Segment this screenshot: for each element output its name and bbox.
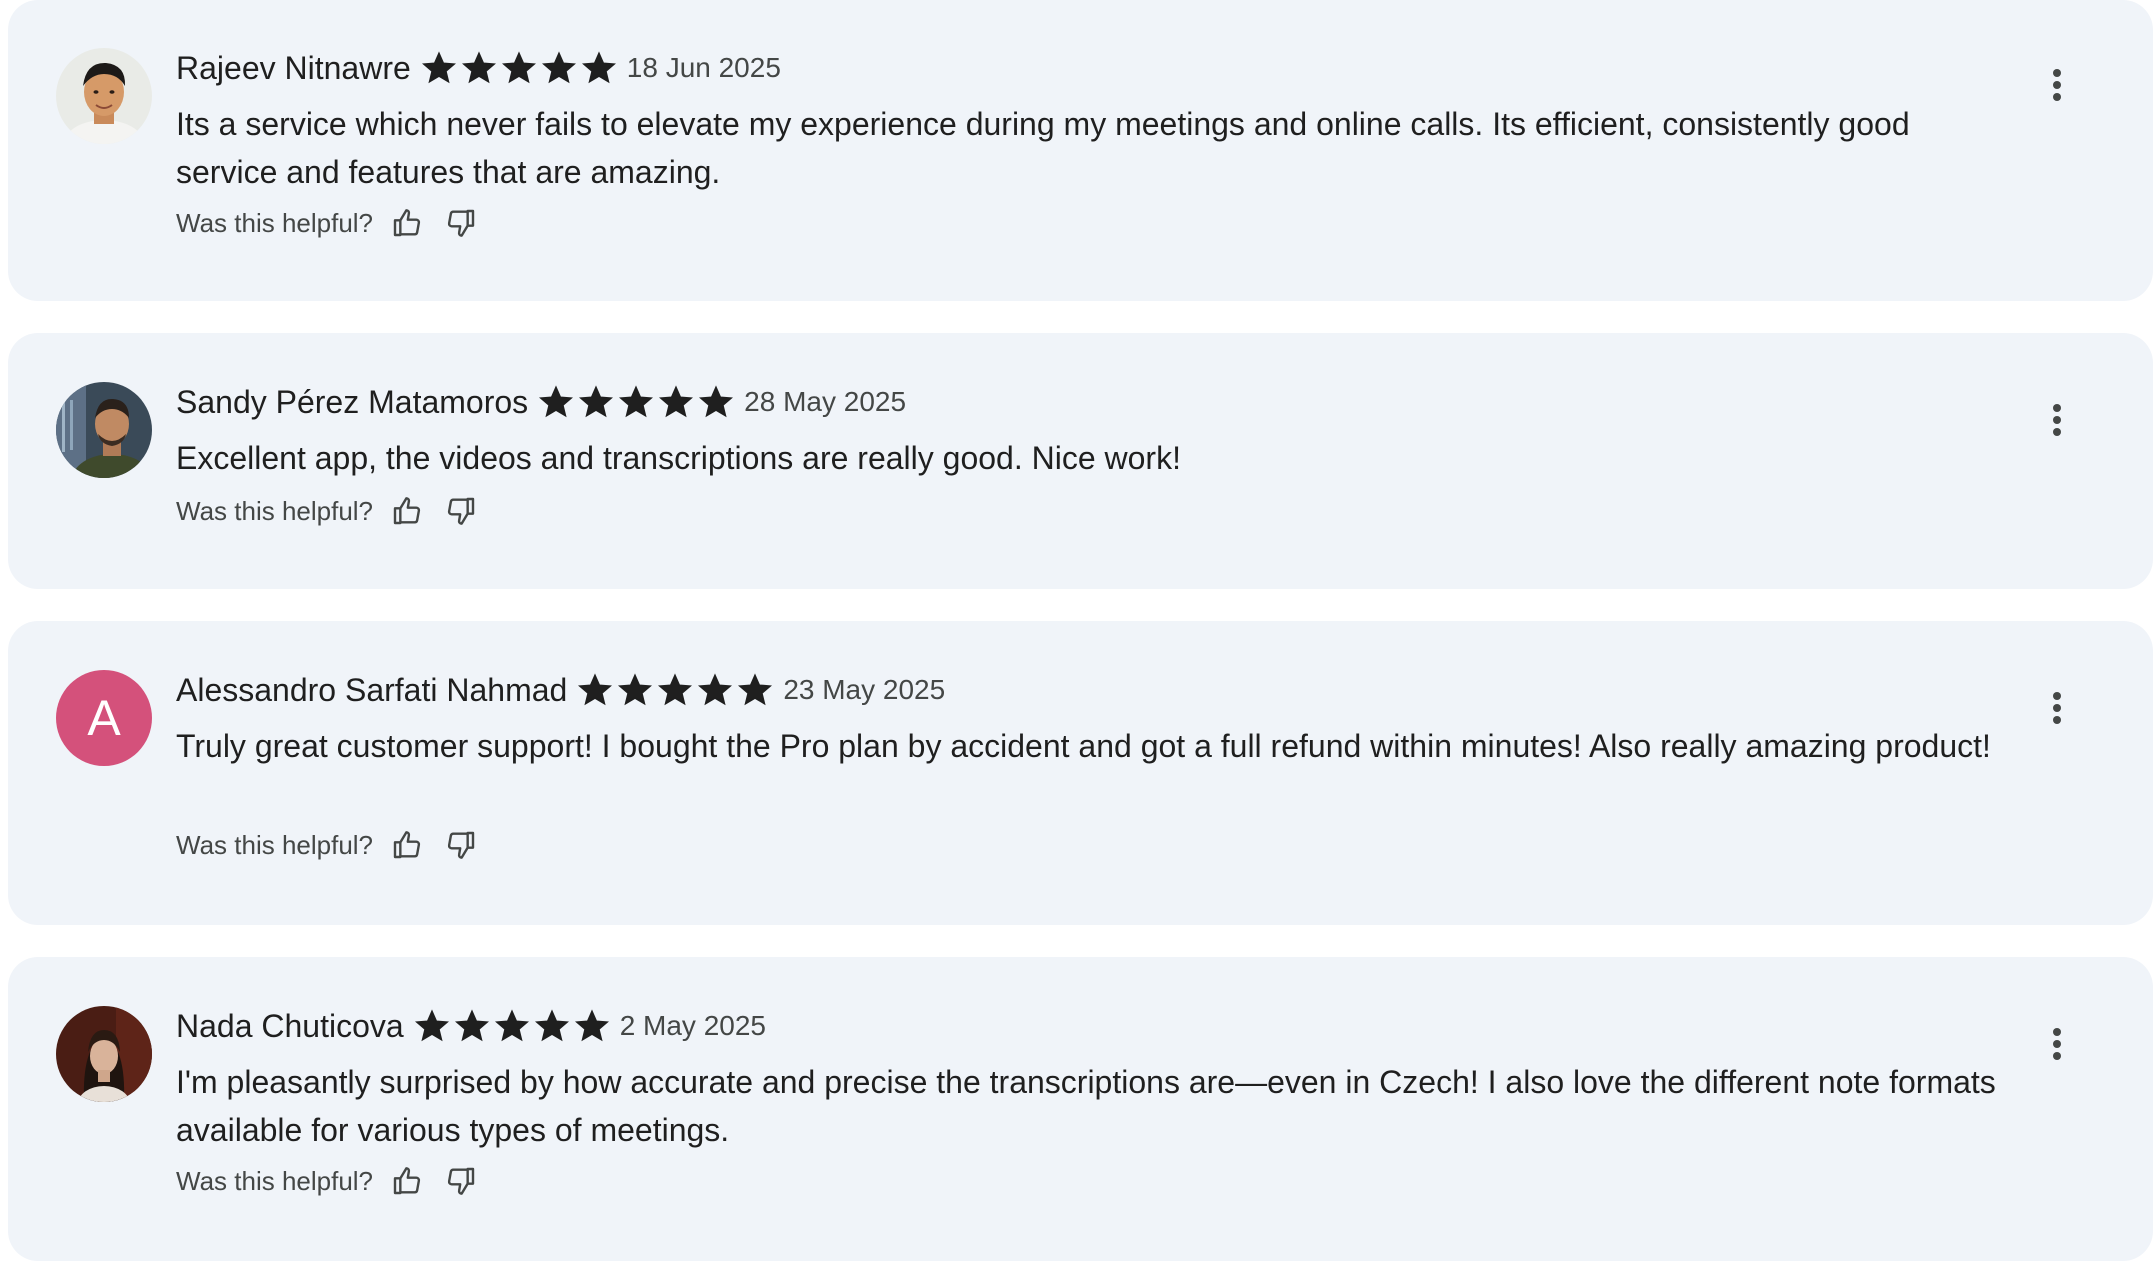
- reviewer-name: Sandy Pérez Matamoros: [176, 383, 529, 420]
- more-vert-icon: [2053, 69, 2061, 101]
- avatar: [56, 1006, 152, 1102]
- review-header: Alessandro Sarfati Nahmad 23 May 2025: [176, 668, 945, 712]
- more-vert-icon: [2053, 404, 2061, 436]
- star-icon: [581, 51, 616, 84]
- thumb-down-icon: [447, 497, 475, 525]
- star-icon: [619, 385, 654, 418]
- star-icon: [699, 385, 734, 418]
- thumb-up-button[interactable]: [387, 203, 427, 243]
- thumb-down-icon: [447, 1167, 475, 1195]
- review-date: 23 May 2025: [783, 674, 946, 705]
- thumb-up-icon: [393, 497, 421, 525]
- helpful-label: Was this helpful?: [176, 495, 374, 526]
- star-icon: [738, 673, 773, 706]
- more-vert-icon: [2053, 692, 2061, 724]
- thumb-up-icon: [393, 1167, 421, 1195]
- review-text: Truly great customer support! I bought t…: [176, 728, 1991, 764]
- helpful-row: Was this helpful?: [176, 203, 481, 243]
- review-text: Its a service which never fails to eleva…: [176, 106, 1910, 190]
- review-header: Rajeev Nitnawre 18 Jun 2025: [176, 46, 781, 90]
- review-text: Excellent app, the videos and transcript…: [176, 440, 1181, 476]
- review-card: A Alessandro Sarfati Nahmad 23 May 2025 …: [8, 621, 2153, 925]
- avatar-photo: [56, 48, 152, 144]
- star-icon: [658, 673, 693, 706]
- more-options-button[interactable]: [2035, 684, 2079, 732]
- star-icon: [414, 1009, 449, 1042]
- avatar-photo: [56, 382, 152, 478]
- star-icon: [541, 51, 576, 84]
- reviewer-name: Nada Chuticova: [176, 1007, 404, 1044]
- review-date: 18 Jun 2025: [626, 52, 781, 83]
- thumb-up-icon: [393, 209, 421, 237]
- review-header: Sandy Pérez Matamoros 28 May 2025: [176, 380, 906, 424]
- review-card: Nada Chuticova 2 May 2025 I'm pleasantly…: [8, 957, 2153, 1261]
- more-options-button[interactable]: [2035, 61, 2079, 109]
- review-date: 2 May 2025: [619, 1010, 767, 1041]
- star-icon: [578, 673, 613, 706]
- review-card: Rajeev Nitnawre 18 Jun 2025 Its a servic…: [8, 0, 2153, 301]
- review-date: 28 May 2025: [744, 386, 907, 417]
- star-icon: [534, 1009, 569, 1042]
- star-icon: [659, 385, 694, 418]
- avatar: [56, 48, 152, 144]
- star-icon: [574, 1009, 609, 1042]
- thumb-down-button[interactable]: [441, 491, 481, 531]
- more-vert-icon: [2053, 1028, 2061, 1060]
- reviews-list: Rajeev Nitnawre 18 Jun 2025 Its a servic…: [0, 0, 2155, 1261]
- helpful-label: Was this helpful?: [176, 829, 374, 860]
- thumb-down-button[interactable]: [441, 825, 481, 865]
- star-icon: [539, 385, 574, 418]
- helpful-row: Was this helpful?: [176, 1161, 481, 1201]
- avatar-photo: [56, 1006, 152, 1102]
- helpful-label: Was this helpful?: [176, 1165, 374, 1196]
- thumb-up-icon: [393, 831, 421, 859]
- star-icon: [494, 1009, 529, 1042]
- review-header: Nada Chuticova 2 May 2025: [176, 1004, 766, 1048]
- star-icon: [579, 385, 614, 418]
- helpful-row: Was this helpful?: [176, 825, 481, 865]
- thumb-up-button[interactable]: [387, 491, 427, 531]
- review-text: I'm pleasantly surprised by how accurate…: [176, 1064, 1996, 1148]
- helpful-row: Was this helpful?: [176, 491, 481, 531]
- star-rating: [577, 672, 773, 708]
- avatar: [56, 382, 152, 478]
- star-rating: [421, 50, 617, 86]
- thumb-down-icon: [447, 831, 475, 859]
- more-options-button[interactable]: [2035, 396, 2079, 444]
- thumb-up-button[interactable]: [387, 1161, 427, 1201]
- thumb-down-button[interactable]: [441, 1161, 481, 1201]
- star-icon: [461, 51, 496, 84]
- star-icon: [698, 673, 733, 706]
- star-rating: [414, 1008, 610, 1044]
- star-icon: [618, 673, 653, 706]
- helpful-label: Was this helpful?: [176, 207, 374, 238]
- star-rating: [538, 384, 734, 420]
- thumb-up-button[interactable]: [387, 825, 427, 865]
- star-icon: [454, 1009, 489, 1042]
- thumb-down-icon: [447, 209, 475, 237]
- reviewer-name: Rajeev Nitnawre: [176, 49, 411, 86]
- review-card: Sandy Pérez Matamoros 28 May 2025 Excell…: [8, 333, 2153, 589]
- more-options-button[interactable]: [2035, 1020, 2079, 1068]
- thumb-down-button[interactable]: [441, 203, 481, 243]
- avatar-letter: A: [56, 670, 152, 766]
- star-icon: [421, 51, 456, 84]
- reviewer-name: Alessandro Sarfati Nahmad: [176, 671, 568, 708]
- star-icon: [501, 51, 536, 84]
